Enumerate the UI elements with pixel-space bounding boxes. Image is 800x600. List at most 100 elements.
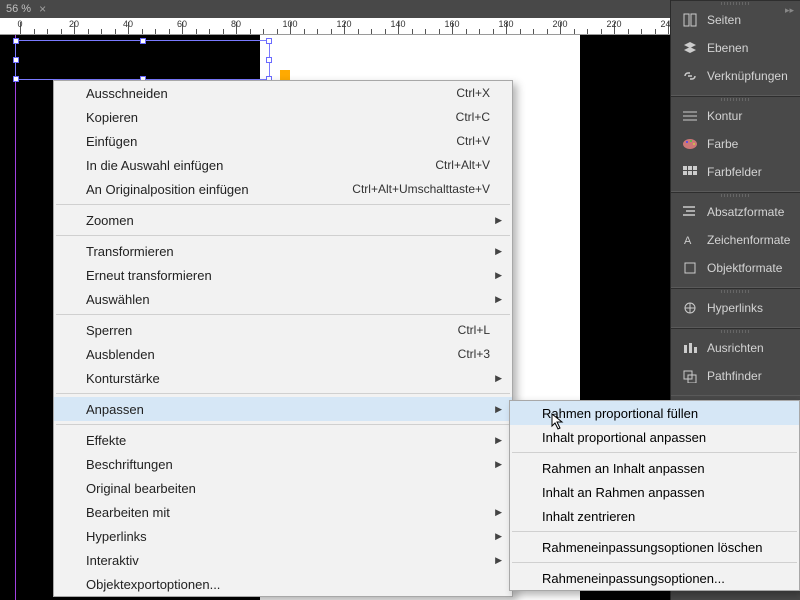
panel-label: Absatzformate: [707, 205, 784, 219]
palette-icon: [681, 137, 699, 151]
submenu-arrow-icon: ▶: [495, 246, 502, 257]
menu-shortcut: Ctrl+X: [456, 86, 490, 100]
menu-label: Erneut transformieren: [86, 268, 212, 283]
menu-label: Bearbeiten mit: [86, 505, 170, 520]
layers-icon: [681, 41, 699, 55]
menu-item[interactable]: Objektexportoptionen...: [54, 572, 512, 596]
submenu-arrow-icon: ▶: [495, 270, 502, 281]
menu-item[interactable]: AusblendenCtrl+3: [54, 342, 512, 366]
panel-color[interactable]: Farbe: [671, 130, 800, 158]
selected-frame[interactable]: [15, 40, 270, 80]
panel-stroke[interactable]: Kontur: [671, 102, 800, 130]
obj-icon: [681, 261, 699, 275]
menu-item[interactable]: Einfügen Ctrl+V: [54, 129, 512, 153]
panel-label: Seiten: [707, 13, 741, 27]
panel-char-styles[interactable]: A Zeichenformate: [671, 226, 800, 254]
menu-item[interactable]: AusschneidenCtrl+X: [54, 81, 512, 105]
panel-hyperlinks-panel[interactable]: Hyperlinks: [671, 294, 800, 322]
menu-item[interactable]: Effekte ▶: [54, 428, 512, 452]
menu-item[interactable]: KopierenCtrl+C: [54, 105, 512, 129]
menu-shortcut: Ctrl+3: [458, 347, 490, 361]
menu-shortcut: Ctrl+V: [456, 134, 490, 148]
submenu-item[interactable]: Inhalt proportional anpassen: [510, 425, 799, 449]
links-icon: [681, 69, 699, 83]
submenu-item[interactable]: Rahmeneinpassungsoptionen löschen: [510, 535, 799, 559]
panel-swatches[interactable]: Farbfelder: [671, 158, 800, 186]
submenu-label: Inhalt zentrieren: [542, 509, 635, 524]
submenu-label: Inhalt an Rahmen anpassen: [542, 485, 705, 500]
menu-label: Interaktiv: [86, 553, 139, 568]
anchor-indicator: [280, 70, 290, 80]
menu-item[interactable]: Anpassen▶: [54, 397, 512, 421]
panel-align[interactable]: Ausrichten: [671, 334, 800, 362]
submenu-label: Rahmeneinpassungsoptionen...: [542, 571, 725, 586]
menu-label: Hyperlinks: [86, 529, 147, 544]
panel-links[interactable]: Verknüpfungen: [671, 62, 800, 90]
menu-label: Einfügen: [86, 134, 137, 149]
anpassen-submenu: Rahmen proportional füllen Inhalt proport…: [509, 400, 800, 591]
panel-pathfinder[interactable]: Pathfinder: [671, 362, 800, 390]
lines-icon: [681, 109, 699, 123]
menu-item[interactable]: SperrenCtrl+L: [54, 318, 512, 342]
menu-label: An Originalposition einfügen: [86, 182, 249, 197]
submenu-arrow-icon: ▶: [495, 459, 502, 470]
submenu-label: Rahmen proportional füllen: [542, 406, 698, 421]
menu-label: Effekte: [86, 433, 126, 448]
pathf-icon: [681, 369, 699, 383]
submenu-arrow-icon: ▶: [495, 294, 502, 305]
menu-item[interactable]: Interaktiv▶: [54, 548, 512, 572]
menu-item[interactable]: In die Auswahl einfügenCtrl+Alt+V: [54, 153, 512, 177]
panel-layers[interactable]: Ebenen: [671, 34, 800, 62]
submenu-arrow-icon: ▶: [495, 404, 502, 415]
context-menu: AusschneidenCtrl+XKopierenCtrl+CEinfügen…: [53, 80, 513, 597]
menu-label: Beschriftungen: [86, 457, 173, 472]
submenu-item[interactable]: Inhalt zentrieren: [510, 504, 799, 528]
menu-item[interactable]: Beschriftungen ▶: [54, 452, 512, 476]
menu-label: Objektexportoptionen...: [86, 577, 220, 592]
submenu-item[interactable]: Rahmeneinpassungsoptionen...: [510, 566, 799, 590]
panel-label: Objektformate: [707, 261, 782, 275]
pages-icon: [681, 13, 699, 27]
panel-label: Ausrichten: [707, 341, 764, 355]
menu-item[interactable]: Transformieren▶: [54, 239, 512, 263]
menu-label: Konturstärke: [86, 371, 160, 386]
close-tab-icon[interactable]: ×: [39, 2, 46, 16]
menu-label: Zoomen: [86, 213, 134, 228]
submenu-label: Rahmeneinpassungsoptionen löschen: [542, 540, 762, 555]
submenu-item[interactable]: Rahmen proportional füllen: [510, 401, 799, 425]
panel-label: Ebenen: [707, 41, 748, 55]
panel-label: Zeichenformate: [707, 233, 790, 247]
panel-label: Farbfelder: [707, 165, 762, 179]
para-icon: [681, 205, 699, 219]
svg-text:A: A: [684, 235, 692, 247]
guide[interactable]: [15, 35, 16, 600]
menu-item[interactable]: Hyperlinks ▶: [54, 524, 512, 548]
zoom-level: 56 %: [0, 3, 31, 15]
submenu-item[interactable]: Inhalt an Rahmen anpassen: [510, 480, 799, 504]
menu-item[interactable]: Zoomen ▶: [54, 208, 512, 232]
submenu-arrow-icon: ▶: [495, 435, 502, 446]
char-icon: A: [681, 233, 699, 247]
submenu-arrow-icon: ▶: [495, 507, 502, 518]
menu-item[interactable]: Konturstärke▶: [54, 366, 512, 390]
submenu-arrow-icon: ▶: [495, 215, 502, 226]
menu-item[interactable]: An Originalposition einfügenCtrl+Alt+Ums…: [54, 177, 512, 201]
submenu-arrow-icon: ▶: [495, 531, 502, 542]
menu-label: Auswählen: [86, 292, 150, 307]
menu-label: In die Auswahl einfügen: [86, 158, 223, 173]
menu-item[interactable]: Bearbeiten mit ▶: [54, 500, 512, 524]
horizontal-ruler: 020406080100120140160180200220240: [0, 18, 670, 35]
menu-item[interactable]: Erneut transformieren ▶: [54, 263, 512, 287]
panel-label: Verknüpfungen: [707, 69, 788, 83]
panel-label: Hyperlinks: [707, 301, 763, 315]
submenu-item[interactable]: Rahmen an Inhalt anpassen: [510, 456, 799, 480]
menu-shortcut: Ctrl+C: [456, 110, 490, 124]
menu-label: Original bearbeiten: [86, 481, 196, 496]
hyper-icon: [681, 301, 699, 315]
menu-item[interactable]: Original bearbeiten: [54, 476, 512, 500]
menu-item[interactable]: Auswählen ▶: [54, 287, 512, 311]
panel-pages[interactable]: Seiten: [671, 6, 800, 34]
panel-para-styles[interactable]: Absatzformate: [671, 198, 800, 226]
menu-shortcut: Ctrl+L: [458, 323, 490, 337]
panel-obj-styles[interactable]: Objektformate: [671, 254, 800, 282]
